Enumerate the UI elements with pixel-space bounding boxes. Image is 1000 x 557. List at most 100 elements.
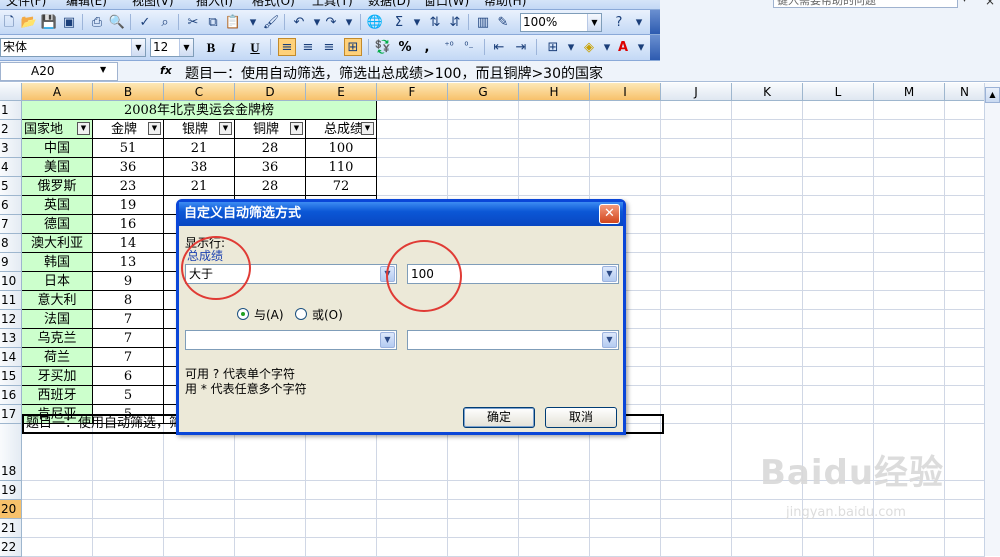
chart-wizard-icon[interactable]: ▥ [474,13,492,31]
column-header-l[interactable]: L [803,83,874,101]
row-header-1[interactable]: 1 [0,101,22,120]
autofilter-dropdown-icon[interactable]: ▼ [361,122,374,135]
country-cell[interactable]: 牙买加 [22,367,93,386]
and-radio-label[interactable]: 与(A) [254,306,284,323]
or-radio[interactable] [295,308,307,320]
chevron-down-icon[interactable]: ▼ [179,39,193,56]
row-header-10[interactable]: 10 [0,272,22,291]
column-header-g[interactable]: G [448,83,519,101]
country-cell[interactable]: 美国 [22,158,93,177]
sort-descending-icon[interactable]: ⇵ [446,13,464,31]
row-header-6[interactable]: 6 [0,196,22,215]
chevron-down-icon[interactable]: ▼ [602,332,617,348]
row-header-4[interactable]: 4 [0,158,22,177]
currency-icon[interactable]: 💱 [374,38,392,56]
print-preview-icon[interactable]: 🔍 [108,13,126,31]
column-header-j[interactable]: J [661,83,732,101]
align-left-icon[interactable]: ≡ [278,38,296,56]
row-header-7[interactable]: 7 [0,215,22,234]
row-header-15[interactable]: 15 [0,367,22,386]
value-cell[interactable]: 28 [235,139,306,158]
column-header-cell[interactable]: 国家地 ▼ [22,120,93,139]
column-header-h[interactable]: H [519,83,590,101]
chevron-down-icon[interactable]: ▼ [100,65,106,74]
column-header-cell[interactable]: 金牌 ▼ [93,120,164,139]
menu-data[interactable]: 数据(D) [368,0,411,9]
toolbar-options-icon[interactable] [650,10,660,34]
row-header-22[interactable]: 22 [0,538,22,557]
column-header-n[interactable]: N [945,83,985,101]
decrease-indent-icon[interactable]: ⇤ [490,38,508,56]
menu-edit[interactable]: 编辑(E) [66,0,107,9]
country-cell[interactable]: 澳大利亚 [22,234,93,253]
value-cell[interactable]: 110 [306,158,377,177]
value-cell[interactable]: 19 [93,196,164,215]
insert-function-icon[interactable]: fx [160,64,172,77]
column-header-k[interactable]: K [732,83,803,101]
country-cell[interactable]: 法国 [22,310,93,329]
chevron-down-icon[interactable]: ▾ [632,38,650,56]
country-cell[interactable]: 乌克兰 [22,329,93,348]
vertical-scrollbar[interactable]: ▲ [984,83,1000,556]
row-header-9[interactable]: 9 [0,253,22,272]
chevron-down-icon[interactable]: ▾ [244,13,262,31]
row-header-18[interactable]: 18 [0,424,22,481]
value-cell[interactable]: 100 [306,139,377,158]
value-cell[interactable]: 72 [306,177,377,196]
select-all-corner[interactable] [0,83,22,101]
value-cell[interactable]: 7 [93,348,164,367]
ok-button[interactable]: 确定 [463,407,535,428]
hyperlink-icon[interactable]: 🌐 [366,13,384,31]
value-cell[interactable]: 23 [93,177,164,196]
value-cell[interactable]: 21 [164,177,235,196]
help-icon[interactable]: ? [610,13,628,31]
chevron-down-icon[interactable]: ▾ [408,13,426,31]
undo-icon[interactable]: ↶ [290,13,308,31]
drawing-icon[interactable]: ✎ [494,13,512,31]
column-header-d[interactable]: D [235,83,306,101]
close-icon[interactable]: ✕ [599,204,620,224]
value-cell[interactable]: 7 [93,329,164,348]
country-cell[interactable]: 日本 [22,272,93,291]
value-cell[interactable]: 38 [164,158,235,177]
value-cell[interactable]: 5 [93,386,164,405]
value-cell[interactable]: 36 [93,158,164,177]
autofilter-dropdown-icon[interactable]: ▼ [148,122,161,135]
formula-input[interactable]: 题目一：使用自动筛选，筛选出总成绩>100，而且铜牌>30的国家 [185,63,603,83]
underline-button[interactable]: U [246,38,264,56]
merge-center-icon[interactable]: ⊞ [344,38,362,56]
scroll-up-icon[interactable]: ▲ [985,87,1000,103]
research-icon[interactable]: ⌕ [156,13,174,31]
or-radio-label[interactable]: 或(O) [312,306,343,323]
column-header-c[interactable]: C [164,83,235,101]
chevron-down-icon[interactable]: ▾ [340,13,358,31]
italic-button[interactable]: I [224,38,242,56]
bold-button[interactable]: B [202,38,220,56]
row-header-21[interactable]: 21 [0,519,22,538]
row-header-5[interactable]: 5 [0,177,22,196]
increase-decimal-icon[interactable]: ⁺⁰ [440,38,458,56]
chevron-down-icon[interactable]: ▾ [962,0,967,5]
value-cell[interactable]: 51 [93,139,164,158]
chevron-down-icon[interactable]: ▾ [562,38,580,56]
paste-icon[interactable]: 📋 [224,13,242,31]
row-header-14[interactable]: 14 [0,348,22,367]
chevron-down-icon[interactable]: ▼ [380,332,395,348]
row-header-13[interactable]: 13 [0,329,22,348]
autosum-icon[interactable]: Σ [390,13,408,31]
open-folder-icon[interactable]: 📂 [20,13,38,31]
chevron-down-icon[interactable]: ▾ [630,13,648,31]
help-search-input[interactable]: 键入需要帮助的问题 [773,0,958,8]
close-icon[interactable]: × [985,0,995,8]
value-cell[interactable]: 36 [235,158,306,177]
permission-icon[interactable]: ▣ [60,13,78,31]
column-header-e[interactable]: E [306,83,377,101]
value-cell[interactable]: 14 [93,234,164,253]
value-cell[interactable]: 7 [93,310,164,329]
column-header-m[interactable]: M [874,83,945,101]
operator2-select[interactable]: ▼ [185,330,397,350]
fill-color-icon[interactable]: ◈ [580,38,598,56]
new-document-icon[interactable]: 🗋 [0,13,18,31]
column-header-f[interactable]: F [377,83,448,101]
column-header-i[interactable]: I [590,83,661,101]
